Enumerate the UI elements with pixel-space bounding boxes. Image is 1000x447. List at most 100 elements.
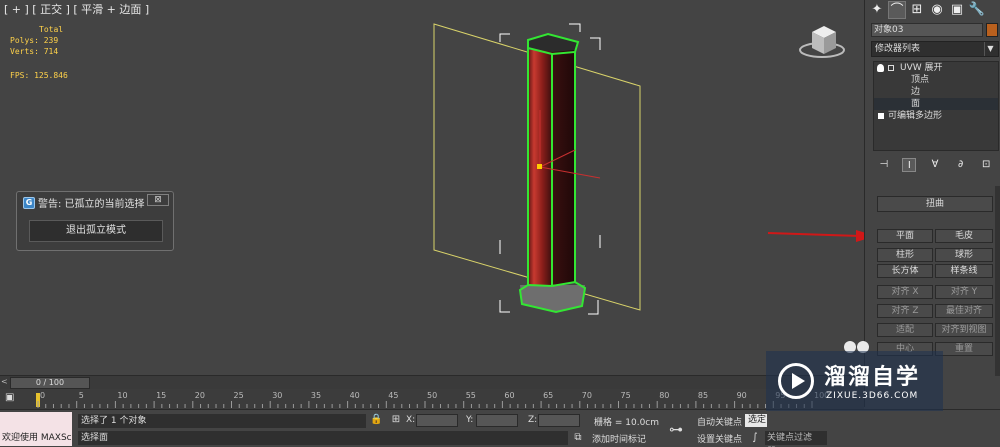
viewcube bbox=[799, 26, 845, 58]
timeline-tick-label: 15 bbox=[156, 391, 167, 400]
set-key-button[interactable]: 设置关键点 bbox=[697, 432, 742, 445]
timeline-tick-label: 85 bbox=[697, 391, 709, 400]
pelt-button[interactable]: 毛皮 bbox=[935, 229, 993, 243]
lightbulb-icon[interactable] bbox=[877, 64, 884, 72]
isolate-icon[interactable]: ⧉ bbox=[572, 432, 584, 444]
command-panel-tabs: ✦ ⌒ ⊞ ◉ ▣ 🔧 bbox=[865, 0, 1000, 20]
remove-modifier-icon[interactable]: ∂ bbox=[954, 158, 968, 172]
modifier-list-dropdown[interactable]: 修改器列表 ▼ bbox=[871, 41, 999, 57]
display-tab-icon[interactable]: ▣ bbox=[948, 1, 966, 19]
stack-item-uvw-unwrap[interactable]: UVW 展开 bbox=[874, 62, 998, 74]
stack-item-label: 顶点 bbox=[911, 75, 930, 85]
timeline-tick-label: 55 bbox=[465, 391, 476, 400]
play-logo-icon bbox=[778, 363, 814, 399]
show-end-result-icon[interactable]: I bbox=[902, 158, 917, 172]
close-icon[interactable]: ⊠ bbox=[147, 194, 169, 206]
key-filters-button[interactable]: 关键点过滤器... bbox=[765, 431, 827, 445]
timeline-tick-label: 40 bbox=[349, 391, 360, 400]
command-panel: ✦ ⌒ ⊞ ◉ ▣ 🔧 对象03 修改器列表 ▼ UVW 展开 顶点 边 面 可… bbox=[864, 0, 1000, 407]
grid-size: 栅格 = 10.0cm bbox=[594, 418, 660, 428]
curve-icon[interactable]: ∫ bbox=[749, 432, 761, 444]
utilities-tab-icon[interactable]: 🔧 bbox=[968, 1, 986, 19]
timeline-tick-label: 25 bbox=[233, 391, 244, 400]
expand-icon[interactable] bbox=[878, 113, 884, 119]
box-button[interactable]: 长方体 bbox=[877, 264, 933, 278]
isolation-warning-dialog[interactable]: G 警告: 已孤立的当前选择 ⊠ 退出孤立模式 bbox=[16, 191, 174, 251]
exit-isolation-button[interactable]: 退出孤立模式 bbox=[29, 220, 163, 242]
time-slider-thumb[interactable]: 0 / 100 bbox=[10, 377, 90, 389]
modifier-list-label: 修改器列表 bbox=[875, 44, 921, 54]
status-bar: 欢迎使用 MAXSc 选择了 1 个对象 选择面 🔒 ⊞ X: Y: Z: ⧉ … bbox=[0, 409, 1000, 447]
key-icon[interactable]: ⊶ bbox=[669, 422, 683, 438]
selection-status-text: 选择了 1 个对象 bbox=[78, 414, 366, 428]
modify-tab-icon[interactable]: ⌒ bbox=[888, 1, 906, 19]
align-y-button[interactable]: 对齐 Y bbox=[935, 285, 993, 299]
spherical-button[interactable]: 球形 bbox=[935, 248, 993, 262]
y-coordinate-field[interactable] bbox=[476, 414, 518, 427]
lock-icon[interactable]: 🔒 bbox=[370, 414, 382, 426]
timeline-track[interactable]: ▣ 05101520253035404550556065707580859095… bbox=[0, 389, 864, 409]
timeline-tick-label: 20 bbox=[194, 391, 205, 400]
command-panel-scrollbar[interactable] bbox=[995, 186, 1000, 376]
twist-button[interactable]: 扭曲 bbox=[877, 196, 993, 212]
z-coordinate-field[interactable] bbox=[538, 414, 580, 427]
chevron-down-icon: ▼ bbox=[984, 42, 996, 56]
scene-geometry[interactable] bbox=[0, 0, 864, 375]
create-tab-icon[interactable]: ✦ bbox=[868, 1, 886, 19]
collapse-icon[interactable] bbox=[888, 65, 894, 71]
stack-item-edge[interactable]: 边 bbox=[874, 86, 998, 98]
stack-item-label: 面 bbox=[911, 99, 921, 109]
dialog-title: 警告: 已孤立的当前选择 bbox=[38, 199, 145, 210]
dialog-title-bar[interactable]: G 警告: 已孤立的当前选择 bbox=[23, 195, 145, 210]
x-coordinate-field[interactable] bbox=[416, 414, 458, 427]
planar-button[interactable]: 平面 bbox=[877, 229, 933, 243]
add-time-tag[interactable]: 添加时间标记 bbox=[592, 432, 646, 445]
absolute-mode-icon[interactable]: ⊞ bbox=[390, 414, 402, 426]
perspective-viewport[interactable]: [ + ] [ 正交 ] [ 平滑 + 边面 ] Total Polys: 23… bbox=[0, 0, 864, 375]
timeline-tick-label: 10 bbox=[117, 391, 128, 400]
best-align-button[interactable]: 最佳对齐 bbox=[935, 304, 993, 318]
stack-item-face[interactable]: 面 bbox=[874, 98, 998, 110]
cylindrical-button[interactable]: 柱形 bbox=[877, 248, 933, 262]
stack-item-vertex[interactable]: 顶点 bbox=[874, 74, 998, 86]
pin-stack-icon[interactable]: ⊣ bbox=[877, 158, 891, 172]
fit-button[interactable]: 适配 bbox=[877, 323, 933, 337]
timeline-tick-label: 0 bbox=[40, 391, 46, 400]
x-label: X: bbox=[406, 415, 416, 425]
time-prev-icon[interactable]: < bbox=[1, 377, 8, 386]
prompt-line: 选择面 bbox=[78, 431, 568, 445]
stack-item-label: 边 bbox=[911, 87, 921, 97]
modifier-stack[interactable]: UVW 展开 顶点 边 面 可编辑多边形 bbox=[873, 61, 999, 151]
stack-item-label: UVW 展开 bbox=[900, 63, 943, 73]
watermark-url: ZIXUE.3D66.COM bbox=[826, 391, 919, 401]
timeline-tick-label: 30 bbox=[272, 391, 283, 400]
app-icon: G bbox=[23, 196, 35, 209]
make-unique-icon[interactable]: ∀ bbox=[928, 158, 942, 172]
maxscript-listener[interactable]: 欢迎使用 MAXSc bbox=[0, 412, 72, 446]
object-color-swatch[interactable] bbox=[986, 23, 998, 37]
stack-item-editable-poly[interactable]: 可编辑多边形 bbox=[874, 110, 998, 122]
pivot-point bbox=[537, 164, 542, 169]
align-x-button[interactable]: 对齐 X bbox=[877, 285, 933, 299]
auto-key-button[interactable]: 自动关键点 bbox=[697, 415, 742, 428]
timeline-tick-label: 60 bbox=[504, 391, 515, 400]
object-name-field[interactable]: 对象03 bbox=[871, 23, 983, 37]
align-to-view-button[interactable]: 对齐到视图 bbox=[935, 323, 993, 337]
reset-button[interactable]: 重置 bbox=[935, 342, 993, 356]
y-label: Y: bbox=[466, 415, 474, 425]
selection-set-dropdown[interactable]: 选定 bbox=[745, 414, 767, 427]
timeline-tick-label: 35 bbox=[310, 391, 322, 400]
motion-tab-icon[interactable]: ◉ bbox=[928, 1, 946, 19]
red-pointer-arrow-icon bbox=[768, 230, 876, 242]
time-slider-bar[interactable]: < 0 / 100 > bbox=[0, 375, 864, 389]
timeline-tick-label: 90 bbox=[736, 391, 747, 400]
z-label: Z: bbox=[528, 415, 538, 425]
hierarchy-tab-icon[interactable]: ⊞ bbox=[908, 1, 926, 19]
configure-sets-icon[interactable]: ⊡ bbox=[979, 158, 993, 172]
stack-toolbar: ⊣ I ∀ ∂ ⊡ bbox=[871, 156, 999, 174]
align-z-button[interactable]: 对齐 Z bbox=[877, 304, 933, 318]
timeline-tick-label: 50 bbox=[427, 391, 438, 400]
stack-item-label: 可编辑多边形 bbox=[888, 111, 943, 121]
spline-button[interactable]: 样条线 bbox=[935, 264, 993, 278]
timeline-tick-label: 45 bbox=[388, 391, 399, 400]
